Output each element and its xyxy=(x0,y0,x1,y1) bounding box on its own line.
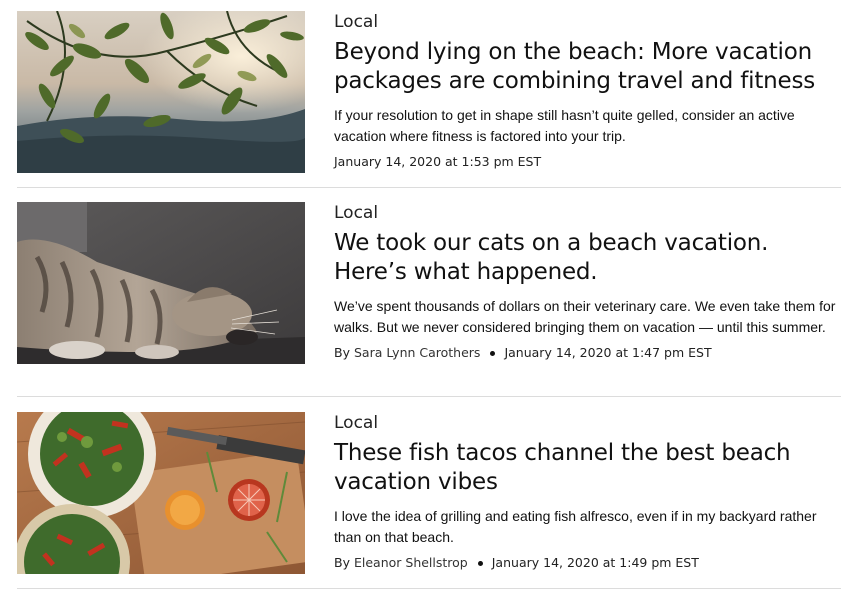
article-meta: By Sara Lynn Carothers January 14, 2020 … xyxy=(334,344,841,362)
article-headline[interactable]: We took our cats on a beach vacation. He… xyxy=(334,229,841,287)
article-text: Local These fish tacos channel the best … xyxy=(334,412,841,572)
section-label[interactable]: Local xyxy=(334,11,841,33)
byline-prefix: By xyxy=(334,345,350,360)
article-feed: Local Beyond lying on the beach: More va… xyxy=(17,0,841,589)
author-link[interactable]: Eleanor Shellstrop xyxy=(354,554,468,572)
byline-prefix: By xyxy=(334,555,350,570)
section-label[interactable]: Local xyxy=(334,412,841,434)
author-link[interactable]: Sara Lynn Carothers xyxy=(354,344,480,362)
article-thumbnail-leaves[interactable] xyxy=(17,11,305,173)
article-thumbnail-salad[interactable] xyxy=(17,412,305,574)
article-meta: By Eleanor Shellstrop January 14, 2020 a… xyxy=(334,554,841,572)
article-headline[interactable]: These fish tacos channel the best beach … xyxy=(334,439,841,497)
article-card: Local These fish tacos channel the best … xyxy=(17,397,841,589)
article-blurb: We’ve spent thousands of dollars on thei… xyxy=(334,298,836,335)
article-text: Local Beyond lying on the beach: More va… xyxy=(334,11,841,171)
separator-dot xyxy=(490,350,496,356)
article-text: Local We took our cats on a beach vacati… xyxy=(334,202,841,362)
article-blurb: I love the idea of grilling and eating f… xyxy=(334,508,817,545)
leaves-sunset-photo xyxy=(17,11,305,173)
article-card: Local We took our cats on a beach vacati… xyxy=(17,188,841,397)
article-meta: January 14, 2020 at 1:53 pm EST xyxy=(334,153,841,171)
article-blurb: If your resolution to get in shape still… xyxy=(334,107,795,144)
section-label[interactable]: Local xyxy=(334,202,841,224)
separator-dot xyxy=(477,560,483,566)
article-timestamp: January 14, 2020 at 1:47 pm EST xyxy=(504,345,712,360)
sleeping-cat-photo xyxy=(17,202,305,364)
salad-bowls-photo xyxy=(17,412,305,574)
article-headline[interactable]: Beyond lying on the beach: More vacation… xyxy=(334,38,841,96)
article-card: Local Beyond lying on the beach: More va… xyxy=(17,0,841,188)
article-thumbnail-cat[interactable] xyxy=(17,202,305,364)
article-timestamp: January 14, 2020 at 1:49 pm EST xyxy=(491,555,699,570)
article-timestamp: January 14, 2020 at 1:53 pm EST xyxy=(334,154,542,169)
